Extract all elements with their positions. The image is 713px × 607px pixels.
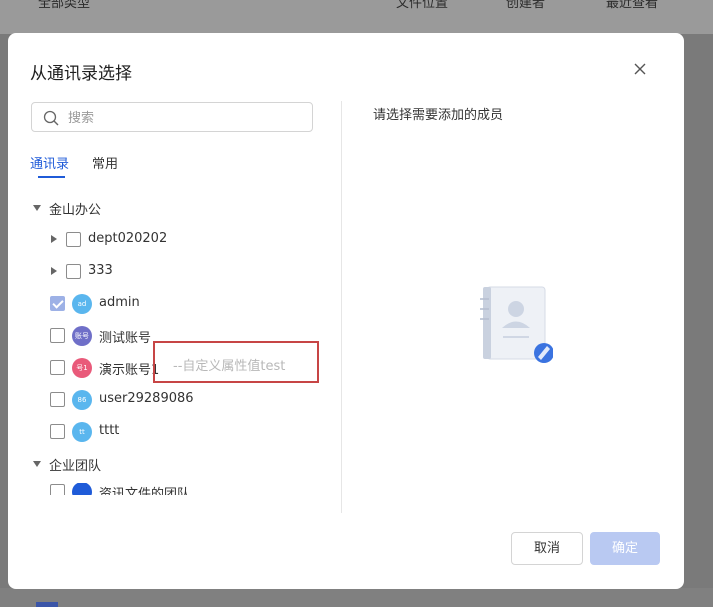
department-label: 333 (88, 263, 113, 278)
column-last-viewed: 最近查看 (606, 0, 659, 11)
contact-picker-dialog: 从通讯录选择 通讯录 常用 金山办公 dept020202 (8, 33, 684, 589)
member-checkbox[interactable] (50, 328, 65, 343)
selected-members-title: 请选择需要添加的成员 (373, 108, 504, 123)
tab-contacts[interactable]: 通讯录 (30, 153, 69, 172)
member-label: 演示账号1 (99, 363, 160, 378)
member-checkbox[interactable] (50, 484, 65, 495)
group-label: 企业团队 (49, 459, 102, 474)
confirm-button[interactable]: 确定 (590, 532, 660, 565)
department-checkbox[interactable] (66, 232, 81, 247)
avatar (72, 483, 92, 495)
background-accent-mark (36, 602, 58, 607)
avatar: 86 (72, 390, 92, 410)
column-location: 文件位置 (396, 0, 449, 11)
member-checkbox[interactable] (50, 392, 65, 407)
avatar: 号1 (72, 358, 92, 378)
member-checkbox[interactable] (50, 424, 65, 439)
avatar: 账号 (72, 326, 92, 346)
member-label: user29289086 (99, 391, 194, 406)
avatar: ad (72, 294, 92, 314)
search-input[interactable] (66, 107, 300, 129)
background-table-header: 全部类型 文件位置 创建者 最近查看 (0, 0, 713, 34)
pane-divider (341, 101, 342, 513)
member-checkbox[interactable] (50, 360, 65, 375)
cancel-button[interactable]: 取消 (511, 532, 583, 565)
caret-right-icon[interactable] (51, 235, 57, 243)
tab-frequent[interactable]: 常用 (92, 153, 118, 172)
close-icon (634, 63, 646, 75)
dialog-title: 从通讯录选择 (30, 64, 132, 84)
contact-tree-pane: 通讯录 常用 金山办公 dept020202 333 ad admin (8, 93, 341, 513)
column-creator: 创建者 (506, 0, 546, 11)
department-checkbox[interactable] (66, 264, 81, 279)
member-label: tttt (99, 423, 120, 438)
caret-down-icon[interactable] (33, 461, 41, 467)
group-label: 金山办公 (49, 203, 102, 218)
column-type: 全部类型 (38, 0, 91, 11)
address-book-icon (480, 286, 553, 363)
active-tab-indicator (38, 176, 65, 178)
member-label: admin (99, 295, 140, 310)
close-button[interactable] (628, 57, 652, 81)
background-footer (0, 588, 713, 607)
search-box[interactable] (31, 102, 313, 132)
search-icon (43, 110, 59, 126)
tree-row-clipped[interactable]: 资讯文件的团队 (30, 483, 330, 495)
caret-right-icon[interactable] (51, 267, 57, 275)
avatar: tt (72, 422, 92, 442)
caret-down-icon[interactable] (33, 205, 41, 211)
member-label: 测试账号 (99, 331, 152, 346)
department-label: dept020202 (88, 231, 168, 246)
member-checkbox[interactable] (50, 296, 65, 311)
member-label: 资讯文件的团队 (99, 487, 191, 495)
custom-attribute-highlight: --自定义属性值test (153, 341, 319, 383)
custom-attribute-value: --自定义属性值test (173, 359, 286, 374)
